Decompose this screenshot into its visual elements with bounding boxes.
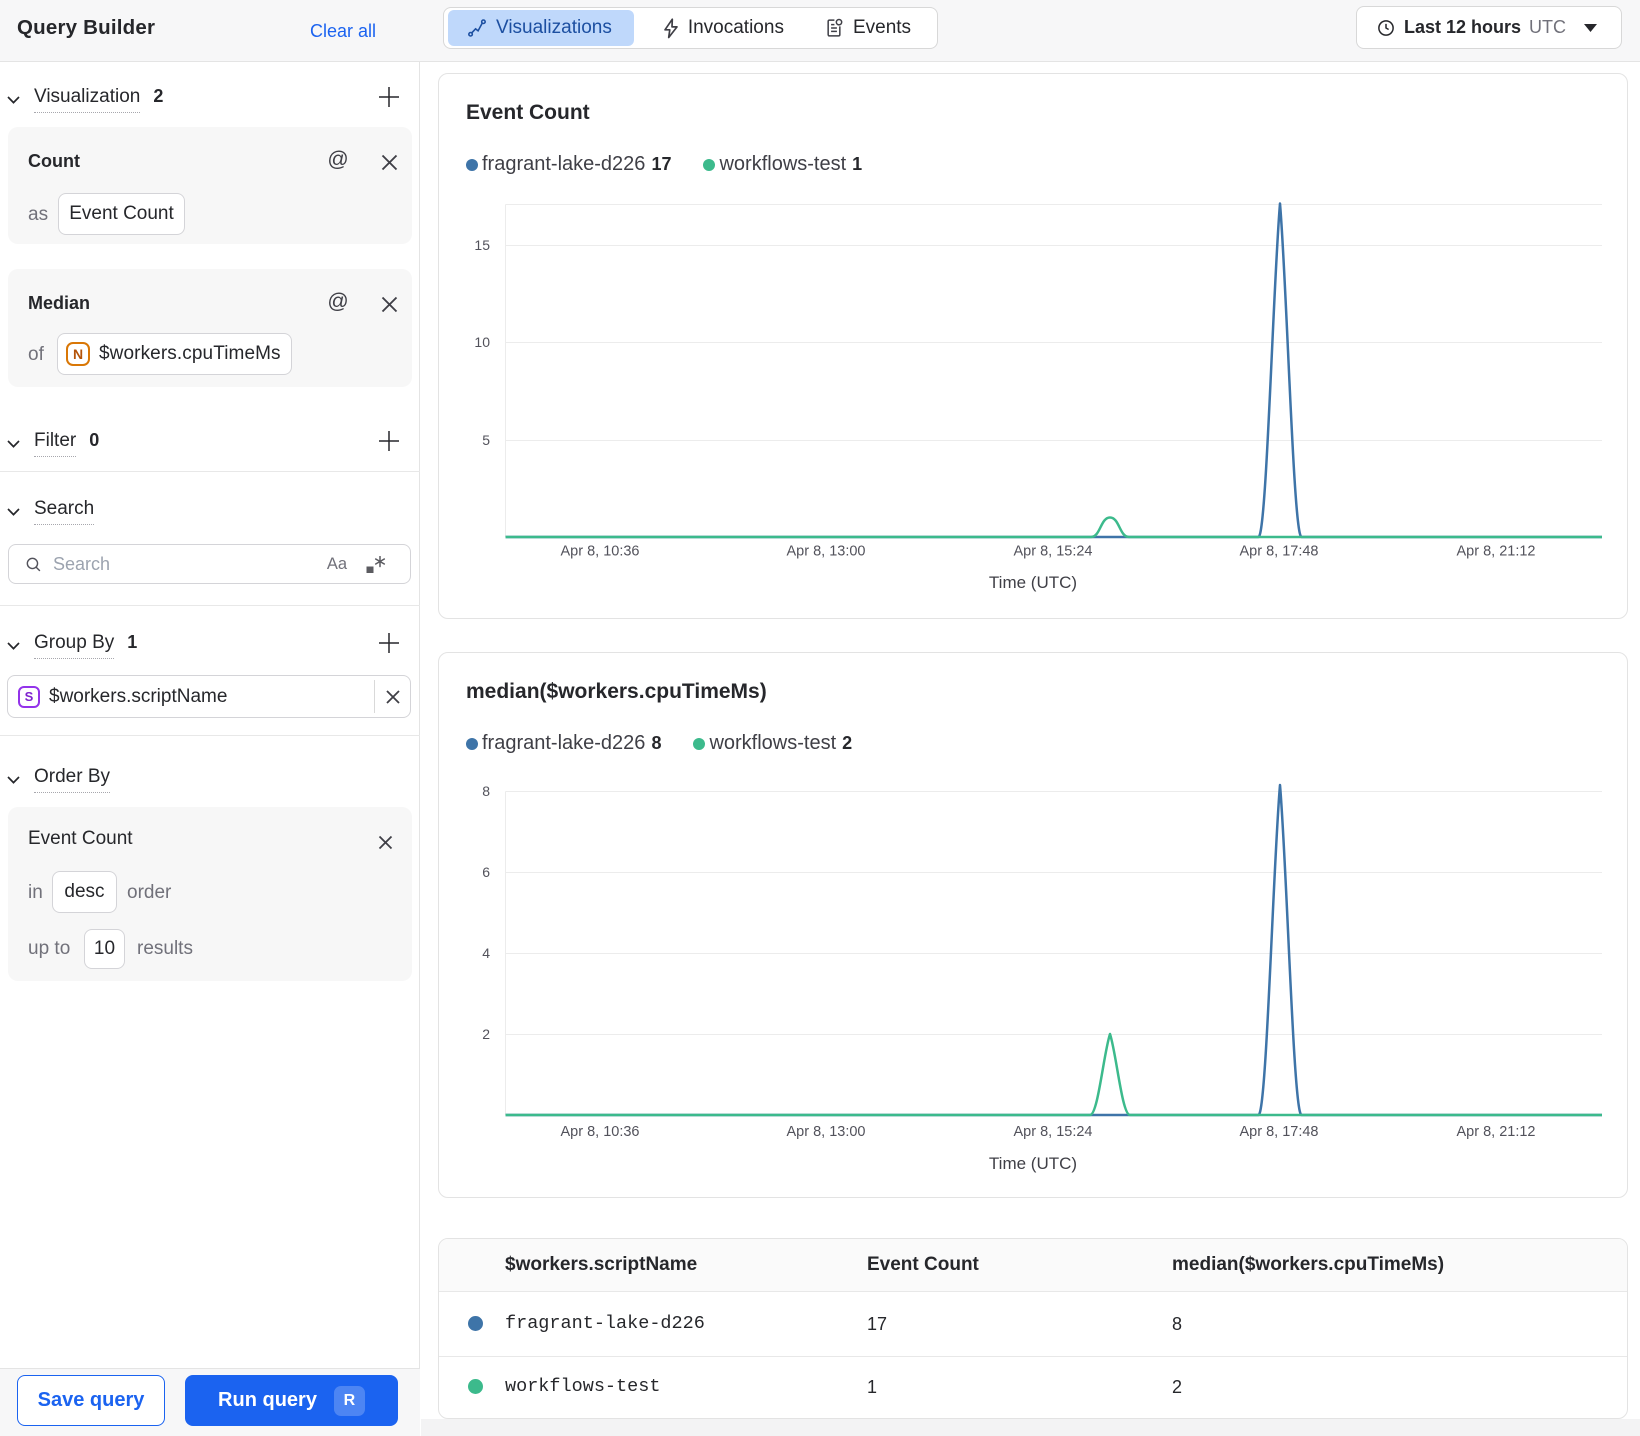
svg-text:Time (UTC): Time (UTC) [989, 573, 1077, 592]
svg-text:Apr 8, 15:24: Apr 8, 15:24 [1014, 1124, 1093, 1140]
svg-text:Apr 8, 15:24: Apr 8, 15:24 [1014, 544, 1093, 560]
svg-text:Apr 8, 21:12: Apr 8, 21:12 [1457, 1124, 1536, 1140]
svg-text:5: 5 [482, 432, 490, 448]
svg-text:6: 6 [482, 864, 490, 880]
svg-text:Apr 8, 17:48: Apr 8, 17:48 [1240, 544, 1319, 560]
svg-text:Apr 8, 10:36: Apr 8, 10:36 [561, 544, 640, 560]
svg-text:8: 8 [482, 783, 490, 799]
svg-text:4: 4 [482, 945, 490, 961]
svg-text:2: 2 [482, 1026, 490, 1042]
svg-text:Apr 8, 13:00: Apr 8, 13:00 [787, 1124, 866, 1140]
svg-text:Apr 8, 10:36: Apr 8, 10:36 [561, 1124, 640, 1140]
svg-text:10: 10 [474, 334, 490, 350]
svg-text:15: 15 [474, 237, 490, 253]
svg-text:Apr 8, 21:12: Apr 8, 21:12 [1457, 544, 1536, 560]
svg-text:Apr 8, 13:00: Apr 8, 13:00 [787, 544, 866, 560]
svg-text:Apr 8, 17:48: Apr 8, 17:48 [1240, 1124, 1319, 1140]
svg-text:Time (UTC): Time (UTC) [989, 1154, 1077, 1173]
